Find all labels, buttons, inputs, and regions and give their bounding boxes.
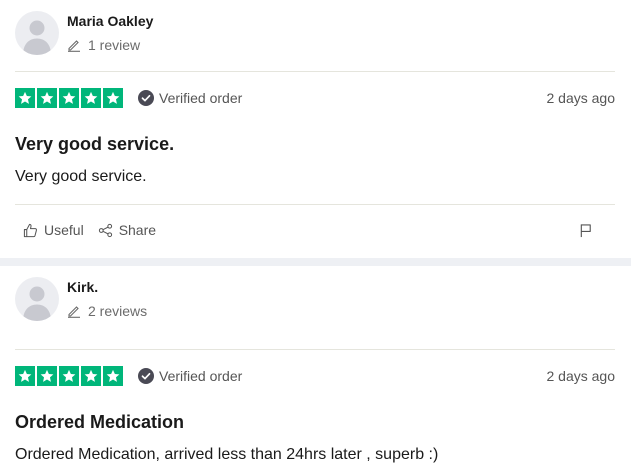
review-count-text: 1 review: [88, 37, 141, 53]
flag-icon: [580, 223, 591, 237]
check-circle-icon: [138, 90, 154, 106]
avatar-placeholder-icon: [23, 20, 51, 55]
share-label: Share: [118, 222, 157, 238]
review-card: Kirk. 2 reviews Verified order 2 days ag…: [0, 266, 631, 473]
star-icon: [103, 88, 123, 108]
star-icon: [103, 366, 123, 386]
rating-row: Verified order 2 days ago: [15, 366, 615, 386]
share-icon: [98, 223, 112, 237]
user-name[interactable]: Maria Oakley: [67, 13, 153, 29]
review-card: Maria Oakley 1 review Verified order 2 d…: [0, 0, 631, 258]
review-body: Ordered Medication, arrived less than 24…: [15, 446, 439, 463]
review-header: Maria Oakley 1 review: [15, 11, 153, 55]
user-info: Kirk. 2 reviews: [67, 277, 147, 319]
avatar[interactable]: [15, 11, 59, 55]
review-header: Kirk. 2 reviews: [15, 277, 147, 321]
star-icon: [37, 366, 57, 386]
star-icon: [59, 366, 79, 386]
check-circle-icon: [138, 368, 154, 384]
user-name[interactable]: Kirk.: [67, 279, 147, 295]
star-icon: [37, 88, 57, 108]
review-title[interactable]: Very good service.: [15, 133, 174, 155]
star-rating: [15, 88, 123, 108]
review-date: 2 days ago: [546, 368, 616, 384]
review-title[interactable]: Ordered Medication: [15, 411, 184, 433]
avatar-placeholder-icon: [23, 286, 51, 321]
share-button[interactable]: Share: [98, 222, 156, 238]
divider: [15, 349, 615, 350]
star-icon: [81, 366, 101, 386]
star-icon: [81, 88, 101, 108]
review-count-text: 2 reviews: [88, 303, 148, 319]
pencil-icon: [68, 40, 80, 52]
avatar[interactable]: [15, 277, 59, 321]
useful-label: Useful: [44, 222, 84, 238]
verified-label: Verified order: [159, 368, 243, 384]
useful-button[interactable]: Useful: [23, 222, 84, 238]
star-icon: [15, 366, 35, 386]
thumbs-up-icon: [23, 223, 37, 237]
review-separator: [0, 258, 631, 266]
divider: [15, 204, 615, 205]
star-icon: [59, 88, 79, 108]
rating-row: Verified order 2 days ago: [15, 88, 615, 108]
verified-label: Verified order: [159, 90, 243, 106]
divider: [15, 71, 615, 72]
flag-button[interactable]: [579, 223, 599, 238]
star-icon: [15, 88, 35, 108]
verified-badge[interactable]: Verified order: [138, 368, 242, 384]
review-count: 2 reviews: [67, 303, 147, 319]
star-rating: [15, 366, 123, 386]
verified-badge[interactable]: Verified order: [138, 90, 242, 106]
user-info: Maria Oakley 1 review: [67, 11, 153, 53]
review-date: 2 days ago: [546, 90, 616, 106]
review-actions: Useful Share: [15, 222, 615, 238]
pencil-icon: [68, 306, 80, 318]
review-body: Very good service.: [15, 168, 147, 185]
review-count: 1 review: [67, 37, 153, 53]
